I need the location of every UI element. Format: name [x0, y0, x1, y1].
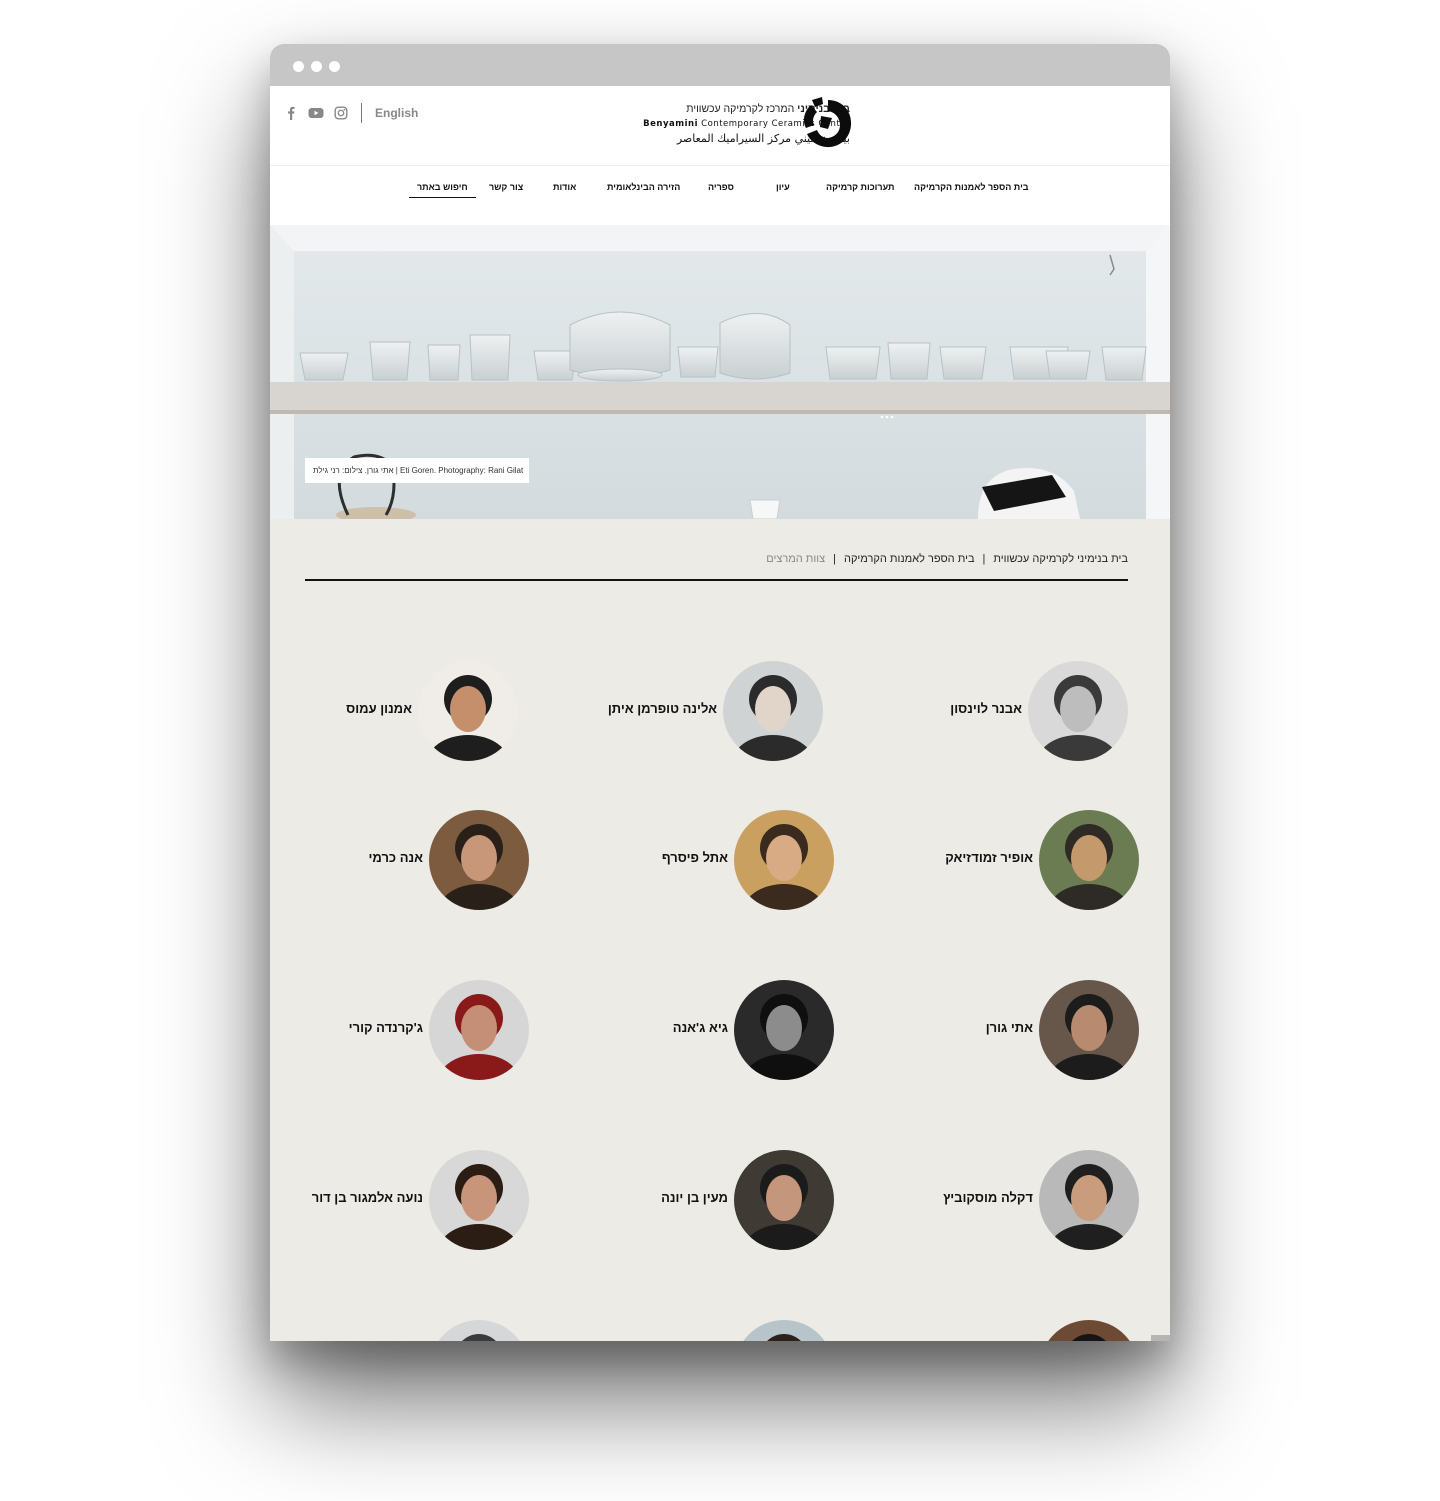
portrait-image — [429, 980, 529, 1080]
browser-window: English בית בנימיני המרכז לקרמיקה עכשווי… — [270, 44, 1170, 1341]
breadcrumb-home[interactable]: בית בנימיני לקרמיקה עכשווית — [993, 553, 1128, 565]
faculty-photo[interactable] — [429, 810, 529, 910]
instagram-icon[interactable] — [334, 106, 348, 120]
browser-chrome — [270, 44, 1170, 86]
faculty-card[interactable]: עינת כהן — [270, 1320, 1170, 1341]
portrait-image — [418, 661, 518, 761]
portrait-image — [429, 1320, 529, 1341]
breadcrumb-section[interactable]: בית הספר לאמנות הקרמיקה — [844, 553, 975, 565]
social-divider — [361, 103, 362, 123]
social-links: English — [284, 103, 418, 123]
section-divider — [305, 579, 1128, 581]
nav-item-exhibitions[interactable]: תערוכות קרמיקה — [826, 182, 894, 192]
faculty-name[interactable]: אמנון עמוס — [346, 701, 412, 716]
portrait-image — [429, 1150, 529, 1250]
youtube-icon[interactable] — [308, 106, 324, 120]
nav-item-search[interactable]: חיפוש באתר — [409, 182, 476, 198]
faculty-photo[interactable] — [429, 1150, 529, 1250]
faculty-name[interactable]: ג'קרנדה קורי — [349, 1020, 423, 1035]
faculty-card[interactable]: אמנון עמוס — [270, 661, 1170, 761]
site-header: English בית בנימיני המרכז לקרמיקה עכשווי… — [270, 86, 1170, 166]
nav-item-about[interactable]: אודות — [553, 182, 576, 192]
content-area: בית בנימיני לקרמיקה עכשווית | בית הספר לאמ… — [270, 519, 1170, 1341]
breadcrumb-current: צוות המרצים — [766, 553, 826, 565]
nav-item-contact[interactable]: צור קשר — [489, 182, 523, 192]
facebook-icon[interactable] — [284, 106, 298, 120]
faculty-card[interactable]: נועה אלמגור בן דור — [270, 1150, 1170, 1250]
faculty-name[interactable]: נועה אלמגור בן דור — [312, 1190, 423, 1205]
language-link-english[interactable]: English — [375, 106, 418, 120]
hero-caption: אתי גורן. צילום: רני גילת | Eti Goren. P… — [305, 458, 529, 483]
faculty-photo[interactable] — [418, 661, 518, 761]
faculty-card[interactable]: אנה כרמי — [270, 810, 1170, 910]
nav-item-international[interactable]: הזירה הבינלאומית — [607, 182, 680, 192]
faculty-name[interactable]: אנה כרמי — [368, 850, 423, 865]
portrait-image — [429, 810, 529, 910]
faculty-photo[interactable] — [429, 980, 529, 1080]
breadcrumb: בית בנימיני לקרמיקה עכשווית | בית הספר לאמ… — [766, 553, 1128, 565]
main-navigation: בית הספר לאמנות הקרמיקה תערוכות קרמיקה ע… — [270, 166, 1170, 224]
breadcrumb-separator: | — [982, 553, 986, 565]
site-logo[interactable] — [798, 94, 854, 152]
scrollbar-thumb[interactable] — [1151, 1335, 1170, 1341]
window-dot-minimize[interactable] — [311, 61, 322, 72]
faculty-photo[interactable] — [429, 1320, 529, 1341]
window-dot-close[interactable] — [293, 61, 304, 72]
window-dot-maximize[interactable] — [329, 61, 340, 72]
nav-item-library[interactable]: ספריה — [708, 182, 734, 192]
nav-item-ceramics-school[interactable]: בית הספר לאמנות הקרמיקה — [914, 182, 1029, 192]
nav-item-study[interactable]: עיון — [776, 182, 790, 192]
hero-image: אתי גורן. צילום: רני גילת | Eti Goren. P… — [270, 225, 1170, 519]
faculty-card[interactable]: ג'קרנדה קורי — [270, 980, 1170, 1080]
breadcrumb-separator: | — [833, 553, 836, 565]
